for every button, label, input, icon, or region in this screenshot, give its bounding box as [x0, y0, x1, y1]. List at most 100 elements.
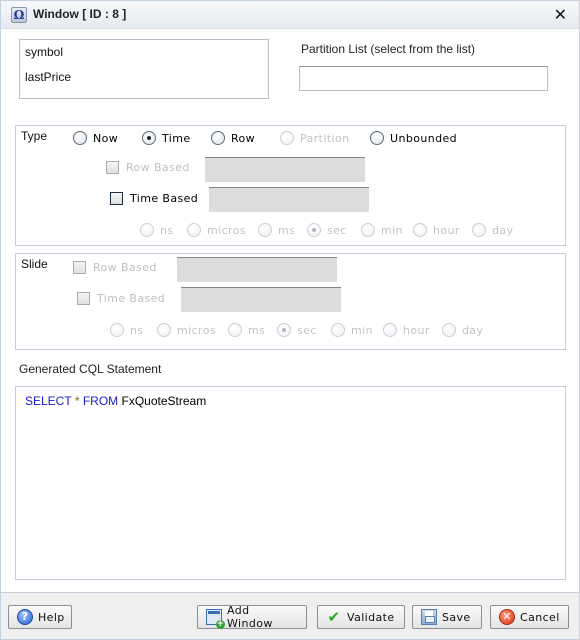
save-button[interactable]: Save: [412, 605, 482, 629]
radio-label: Now: [93, 131, 119, 145]
type-group: Type Now Time Row Partition Unbounded Ro…: [15, 125, 566, 246]
checkmark-icon: ✔: [327, 608, 341, 626]
type-unit-day: day: [472, 223, 513, 237]
cql-star: *: [74, 394, 80, 408]
type-unit-micros: micros: [187, 223, 246, 237]
window-dialog: Ω Window [ ID : 8 ] ✕ symbol lastPrice P…: [0, 0, 580, 640]
radio-selected-icon: [142, 131, 156, 145]
slide-group: Slide Row Based Time Based ns micros ms …: [15, 253, 566, 350]
type-radio-time[interactable]: Time: [142, 131, 191, 145]
type-time-based-input: [209, 187, 369, 212]
checkbox-label: Row Based: [93, 261, 157, 274]
type-radio-now[interactable]: Now: [73, 131, 118, 145]
checkbox-icon: [77, 292, 90, 305]
slide-unit-micros: micros: [157, 323, 216, 337]
checkbox-icon: [73, 261, 86, 274]
slide-unit-min: min: [331, 323, 373, 337]
list-item[interactable]: lastPrice: [25, 70, 71, 84]
help-button[interactable]: ? Help: [8, 605, 72, 629]
slide-unit-ms: ms: [228, 323, 265, 337]
slide-unit-day: day: [442, 323, 483, 337]
radio-icon: [472, 223, 486, 237]
radio-icon: [413, 223, 427, 237]
radio-label: min: [381, 223, 403, 237]
radio-icon: [361, 223, 375, 237]
cql-statement-area[interactable]: SELECT * FROM FxQuoteStream: [15, 386, 566, 580]
type-row-based-input: [205, 157, 365, 182]
type-unit-sec: sec: [307, 223, 347, 237]
close-button[interactable]: ✕: [554, 5, 567, 24]
checkbox-label: Time Based: [130, 192, 199, 205]
type-unit-hour: hour: [413, 223, 460, 237]
checkbox-icon: [106, 161, 119, 174]
type-radio-row[interactable]: Row: [211, 131, 255, 145]
radio-label: micros: [207, 223, 246, 237]
slide-time-based-input: [181, 287, 341, 312]
radio-label: Time: [162, 131, 191, 145]
radio-icon: [280, 131, 294, 145]
slide-row-based-checkbox: Row Based: [73, 261, 157, 274]
cql-source: FxQuoteStream: [121, 394, 207, 408]
type-label: Type: [21, 129, 48, 143]
radio-icon: [110, 323, 124, 337]
cql-keyword-select: SELECT: [25, 394, 72, 408]
add-window-button[interactable]: Add Window: [197, 604, 307, 630]
radio-icon: [187, 223, 201, 237]
radio-icon: [331, 323, 345, 337]
cancel-button[interactable]: ✕ Cancel: [490, 605, 569, 629]
slide-time-based-checkbox: Time Based: [77, 292, 165, 305]
radio-label: Partition: [300, 131, 350, 145]
radio-icon: [211, 131, 225, 145]
slide-row-based-input: [177, 257, 337, 282]
radio-label: hour: [433, 223, 460, 237]
checkbox-icon: [110, 192, 123, 205]
partition-list-input[interactable]: [299, 66, 548, 91]
radio-label: micros: [177, 323, 216, 337]
radio-label: sec: [297, 323, 317, 337]
radio-icon: [442, 323, 456, 337]
checkbox-label: Row Based: [126, 161, 190, 174]
window-title: Window [ ID : 8 ]: [33, 7, 127, 21]
radio-label: Row: [231, 131, 256, 145]
radio-icon: [383, 323, 397, 337]
type-unit-ns: ns: [140, 223, 174, 237]
radio-label: ns: [160, 223, 174, 237]
radio-icon: [258, 223, 272, 237]
cancel-icon: ✕: [499, 609, 515, 625]
cql-keyword-from: FROM: [82, 394, 119, 408]
button-label: Cancel: [520, 610, 560, 624]
add-window-icon: [206, 609, 225, 629]
radio-icon: [370, 131, 384, 145]
checkbox-label: Time Based: [97, 292, 166, 305]
radio-icon: [157, 323, 171, 337]
radio-icon: [228, 323, 242, 337]
cql-label: Generated CQL Statement: [19, 362, 162, 376]
help-icon: ?: [17, 609, 33, 625]
slide-unit-sec: sec: [277, 323, 317, 337]
radio-label: min: [351, 323, 373, 337]
slide-unit-hour: hour: [383, 323, 430, 337]
type-unit-ms: ms: [258, 223, 295, 237]
type-radio-unbounded[interactable]: Unbounded: [370, 131, 457, 145]
radio-icon: [73, 131, 87, 145]
field-list[interactable]: symbol lastPrice: [19, 39, 269, 99]
radio-label: ms: [278, 223, 296, 237]
list-item[interactable]: symbol: [25, 45, 63, 59]
button-bar: ? Help Add Window ✔ Validate Save ✕ Canc…: [1, 592, 579, 639]
save-icon: [421, 609, 437, 625]
radio-label: Unbounded: [390, 131, 458, 145]
button-label: Validate: [347, 610, 395, 624]
radio-label: sec: [327, 223, 347, 237]
type-row-based-checkbox: Row Based: [106, 161, 190, 174]
slide-label: Slide: [21, 257, 48, 271]
slide-unit-ns: ns: [110, 323, 144, 337]
button-label: Help: [38, 610, 65, 624]
title-bar: Ω Window [ ID : 8 ] ✕: [1, 1, 579, 29]
validate-button[interactable]: ✔ Validate: [317, 605, 405, 629]
radio-label: day: [492, 223, 514, 237]
radio-label: day: [462, 323, 484, 337]
radio-icon: [140, 223, 154, 237]
type-time-based-checkbox[interactable]: Time Based: [110, 192, 198, 205]
type-unit-min: min: [361, 223, 403, 237]
type-radio-partition: Partition: [280, 131, 349, 145]
